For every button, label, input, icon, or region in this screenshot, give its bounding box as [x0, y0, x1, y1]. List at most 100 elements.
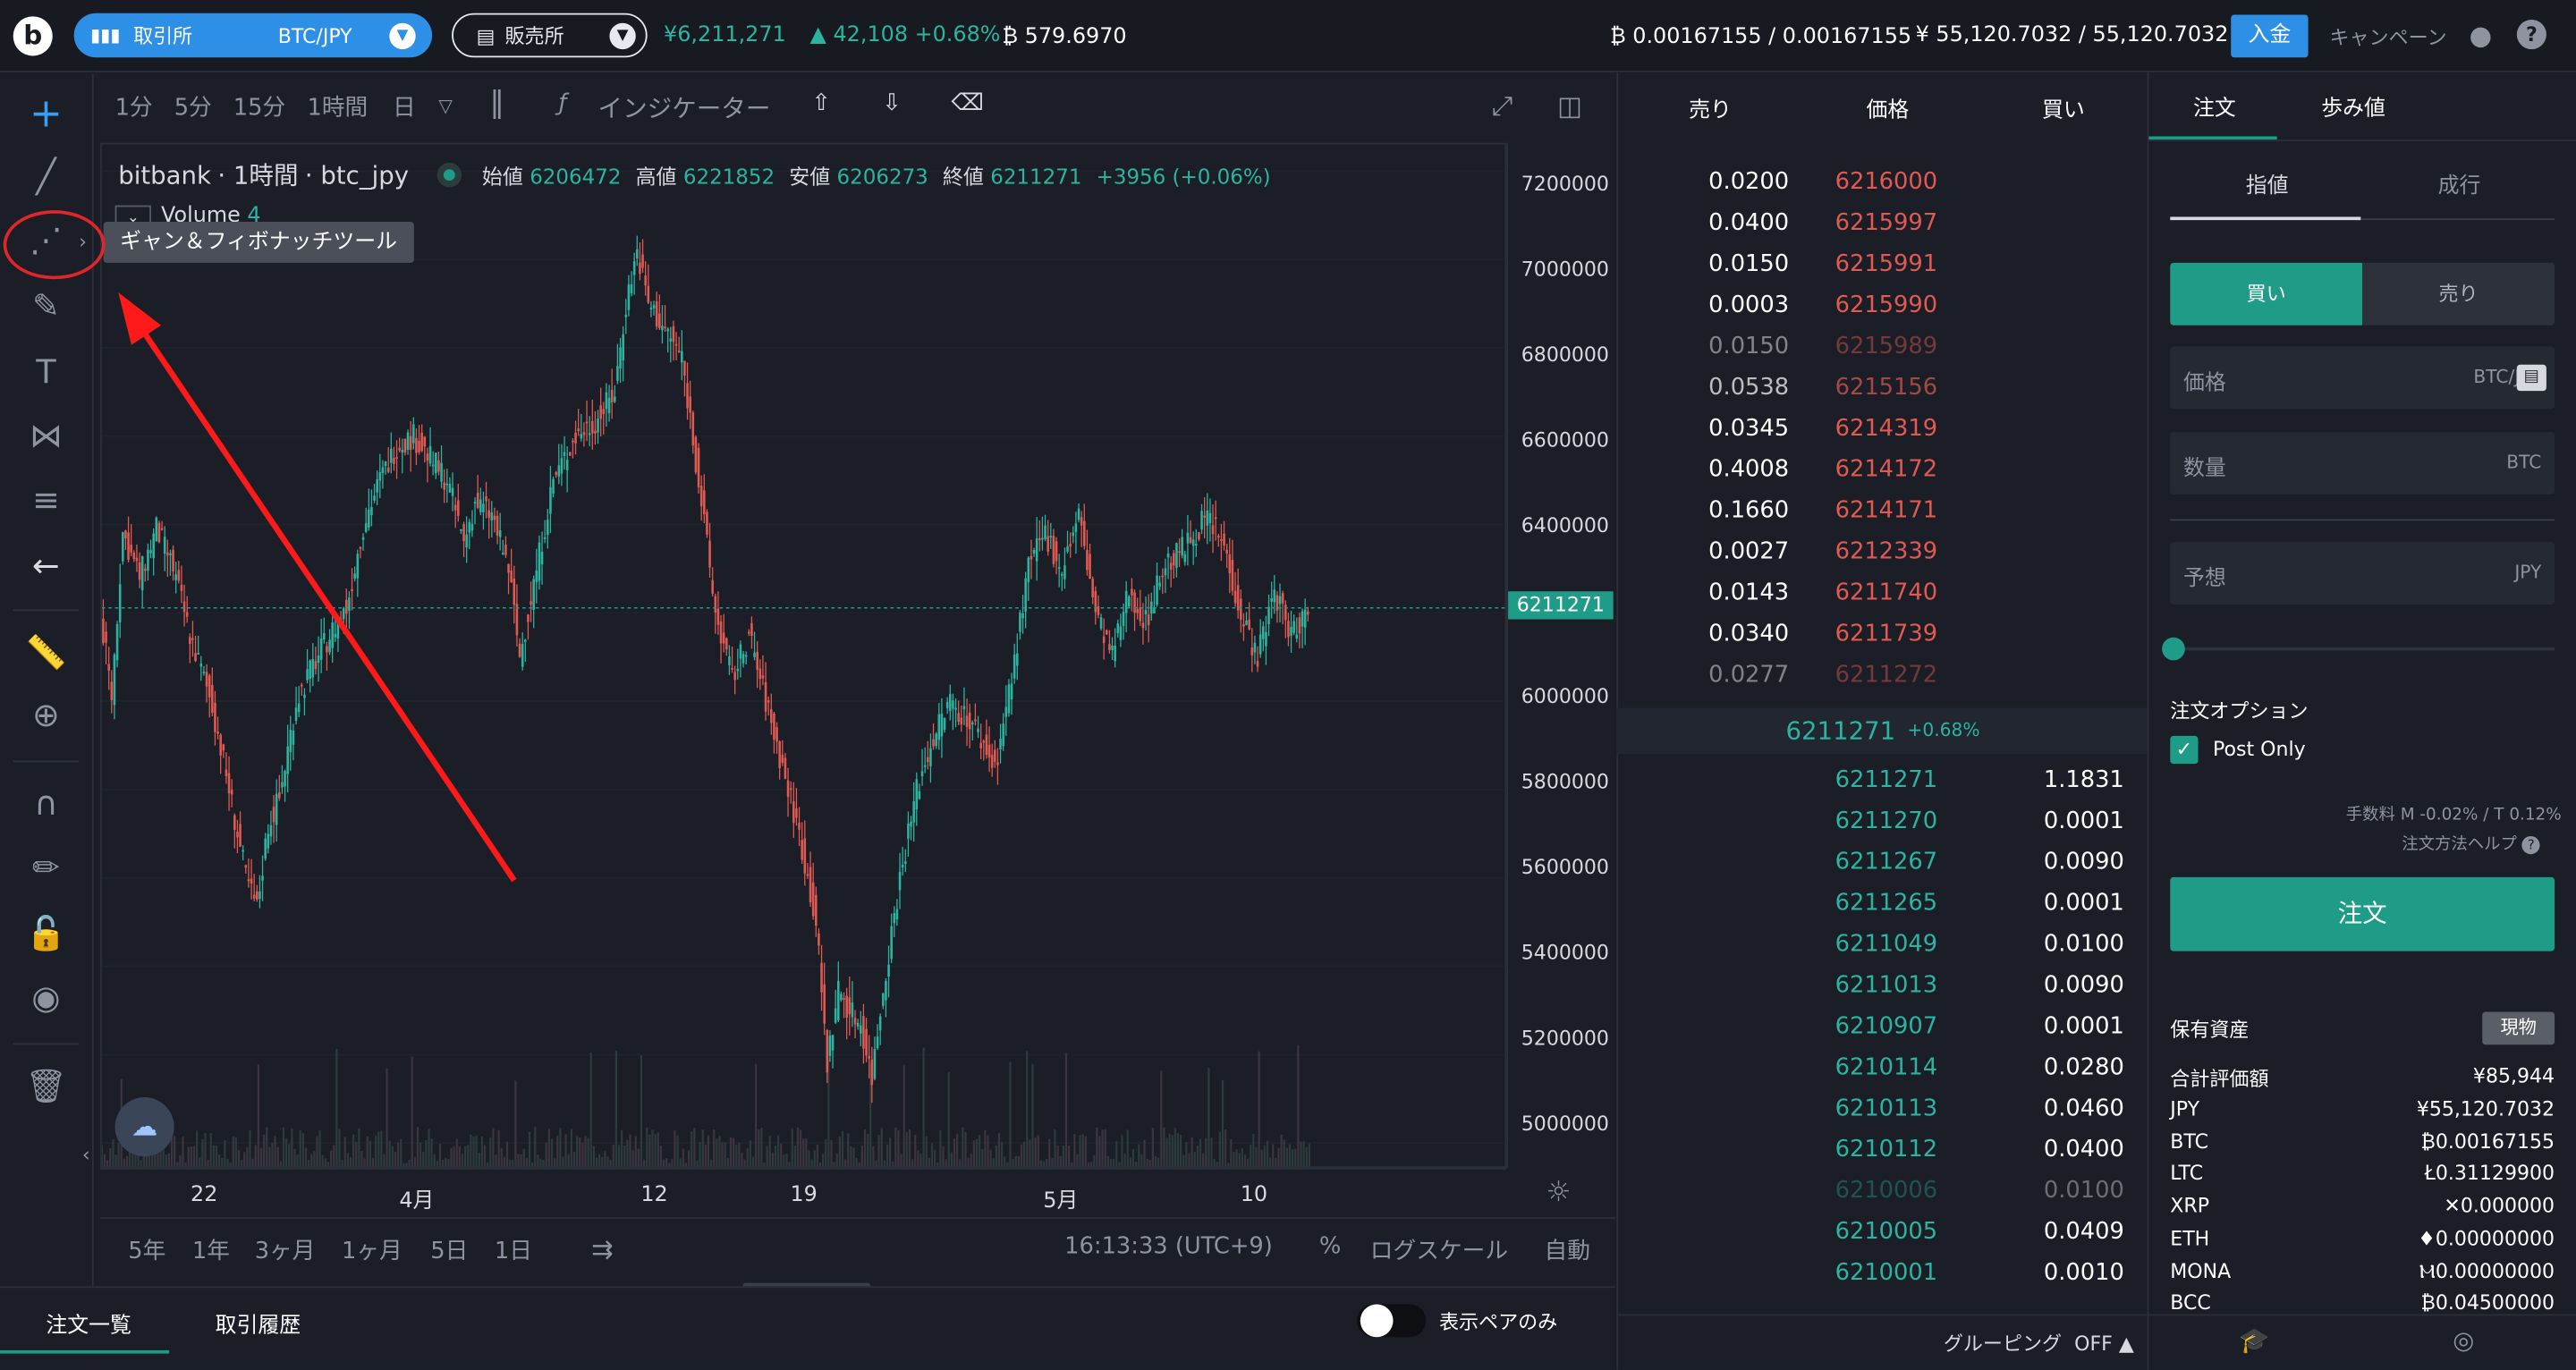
back-arrow-icon[interactable]: ←	[23, 542, 69, 588]
order-help-link[interactable]: 注文方法ヘルプ ?	[2402, 830, 2540, 855]
magnet-icon[interactable]: ∩	[23, 781, 69, 826]
bitbank-logo[interactable]: b	[13, 16, 53, 56]
sales-selector[interactable]: ▤ 販売所 ▼	[452, 13, 648, 58]
exchange-selector[interactable]: ▮▮▮ 取引所 BTC/JPY ▼	[73, 13, 433, 58]
ask-price[interactable]: 6215991	[1835, 251, 1938, 277]
bid-amount[interactable]: 1.1831	[2044, 767, 2124, 793]
ask-price[interactable]: 6215997	[1835, 210, 1938, 236]
ask-price[interactable]: 6215989	[1835, 334, 1938, 359]
interval-5m[interactable]: 5分	[174, 90, 212, 123]
bid-price[interactable]: 6210006	[1835, 1178, 1938, 1204]
eraser-icon[interactable]: ⌫	[951, 90, 983, 116]
download-icon[interactable]: ⇩	[882, 90, 902, 116]
ask-amount[interactable]: 0.0027	[1708, 539, 1789, 565]
bid-price[interactable]: 6211267	[1835, 850, 1938, 875]
ask-price[interactable]: 6215156	[1835, 375, 1938, 401]
bid-amount[interactable]: 0.0400	[2044, 1137, 2124, 1163]
bid-amount[interactable]: 0.0090	[2044, 850, 2124, 875]
unlock-icon[interactable]: 🔓	[23, 910, 69, 956]
bid-price[interactable]: 6210113	[1835, 1095, 1938, 1121]
estimate-field[interactable]: 予想 JPY	[2170, 542, 2555, 605]
buy-side-button[interactable]: 買い	[2170, 262, 2363, 326]
bid-price[interactable]: 6211265	[1835, 891, 1938, 917]
ask-price[interactable]: 6214172	[1835, 457, 1938, 483]
campaign-link[interactable]: キャンペーン	[2329, 23, 2446, 51]
ask-price[interactable]: 6214171	[1835, 498, 1938, 524]
bid-amount[interactable]: 0.0280	[2044, 1054, 2124, 1080]
ask-amount[interactable]: 0.0345	[1708, 416, 1789, 442]
amount-slider-handle[interactable]	[2162, 637, 2185, 661]
bid-price[interactable]: 6211270	[1835, 808, 1938, 834]
academy-icon[interactable]: 🎓	[2239, 1325, 2269, 1355]
id-card-icon[interactable]: ▤	[2516, 364, 2546, 392]
grouping-control[interactable]: グルーピング OFF ▲	[1944, 1329, 2134, 1357]
tab-market[interactable]: 成行	[2438, 167, 2481, 199]
ask-amount[interactable]: 0.0200	[1708, 169, 1789, 195]
brush-icon[interactable]: ✎	[23, 283, 69, 328]
bid-amount[interactable]: 0.0100	[2044, 1178, 2124, 1204]
bid-price[interactable]: 6211271	[1835, 767, 1938, 793]
eye-icon[interactable]: ◉	[23, 974, 69, 1019]
function-icon[interactable]: ƒ	[558, 90, 566, 116]
submit-order-button[interactable]: 注文	[2170, 876, 2555, 951]
range-1d[interactable]: 1日	[495, 1234, 532, 1267]
bid-amount[interactable]: 0.0001	[2044, 1013, 2124, 1039]
zoom-in-icon[interactable]: ⊕	[23, 691, 69, 737]
ask-price[interactable]: 6212339	[1835, 539, 1938, 565]
ask-price[interactable]: 6211739	[1835, 621, 1938, 647]
bid-amount[interactable]: 0.0460	[2044, 1095, 2124, 1121]
tab-trade-history[interactable]: 取引履歴	[216, 1307, 301, 1340]
sell-side-button[interactable]: 売り	[2362, 262, 2555, 326]
toggle-knob[interactable]	[1360, 1304, 1394, 1338]
ask-price[interactable]: 6211740	[1835, 579, 1938, 605]
bid-amount[interactable]: 0.0001	[2044, 891, 2124, 917]
chevron-down-icon[interactable]: ▽	[438, 96, 453, 117]
bid-amount[interactable]: 0.0100	[2044, 932, 2124, 958]
crosshair-icon[interactable]: +	[23, 90, 69, 136]
range-1y[interactable]: 1年	[192, 1234, 230, 1267]
ask-amount[interactable]: 0.0538	[1708, 375, 1789, 401]
ask-amount[interactable]: 0.0277	[1708, 662, 1789, 688]
bid-amount[interactable]: 0.0090	[2044, 972, 2124, 998]
bid-price[interactable]: 6210112	[1835, 1137, 1938, 1163]
candle-style-icon[interactable]: ‖	[489, 86, 504, 121]
percent-toggle[interactable]: %	[1319, 1234, 1341, 1260]
amount-slider-track[interactable]	[2173, 647, 2555, 651]
bid-price[interactable]: 6210005	[1835, 1219, 1938, 1245]
range-1m[interactable]: 1ヶ月	[342, 1234, 402, 1267]
interval-15m[interactable]: 15分	[233, 90, 285, 123]
ask-amount[interactable]: 0.0150	[1708, 251, 1789, 277]
ask-price[interactable]: 6216000	[1835, 169, 1938, 195]
post-only-checkbox[interactable]: ✓	[2170, 735, 2199, 765]
ask-amount[interactable]: 0.0003	[1708, 292, 1789, 318]
fullscreen-icon[interactable]: ⤢	[1492, 90, 1513, 123]
bid-price[interactable]: 6210907	[1835, 1013, 1938, 1039]
trend-line-icon[interactable]: ╱	[23, 153, 69, 199]
ask-amount[interactable]: 0.0150	[1708, 334, 1789, 359]
text-icon[interactable]: T	[23, 348, 69, 393]
ask-amount[interactable]: 0.0143	[1708, 579, 1789, 605]
interval-1m[interactable]: 1分	[115, 90, 153, 123]
range-5y[interactable]: 5年	[128, 1234, 165, 1267]
ask-amount[interactable]: 0.4008	[1708, 457, 1789, 483]
tab-orders[interactable]: 注文一覧	[46, 1307, 131, 1340]
bid-price[interactable]: 6210114	[1835, 1054, 1938, 1080]
deposit-button[interactable]: 入金	[2231, 14, 2309, 58]
auto-scale-toggle[interactable]: 自動	[1544, 1234, 1589, 1267]
user-icon[interactable]: ●	[2470, 20, 2493, 51]
globe-icon[interactable]: ◎	[2453, 1325, 2474, 1355]
lock-drawing-icon[interactable]: ✏	[23, 844, 69, 890]
price-axis[interactable]: 7200000 7000000 6800000 6600000 6400000 …	[1506, 142, 1614, 1169]
price-field[interactable]: 価格 BTC/JPY	[2170, 346, 2555, 410]
tab-order[interactable]: 注文	[2193, 90, 2236, 122]
prediction-icon[interactable]: ≡	[23, 477, 69, 522]
indicators-button[interactable]: インジケーター	[598, 90, 771, 125]
range-5d[interactable]: 5日	[430, 1234, 468, 1267]
ask-amount[interactable]: 0.0340	[1708, 621, 1789, 647]
camera-icon[interactable]: ◫	[1557, 90, 1582, 122]
upload-icon[interactable]: ⇧	[811, 90, 831, 116]
bid-amount[interactable]: 0.0001	[2044, 808, 2124, 834]
bid-price[interactable]: 6210001	[1835, 1260, 1938, 1286]
settings-sun-icon[interactable]: ☼	[1546, 1176, 1571, 1209]
tab-limit[interactable]: 指値	[2246, 167, 2289, 199]
